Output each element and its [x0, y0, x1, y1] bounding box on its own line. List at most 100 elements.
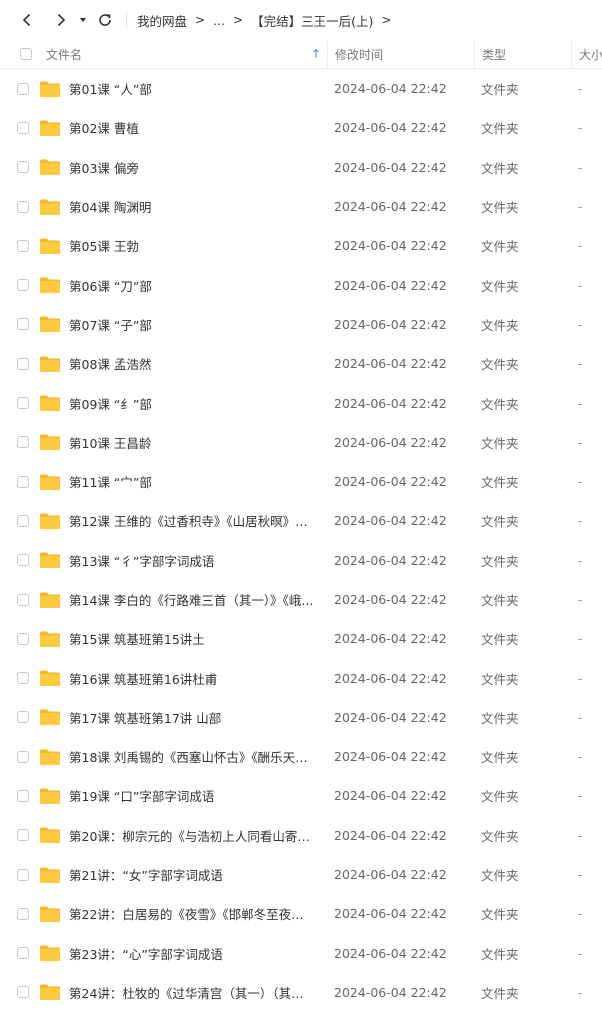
file-name-cell[interactable]: 第08课 孟浩然: [40, 344, 327, 383]
file-row[interactable]: 第17课 筑基班第17讲 山部 2024-06-04 22:42 文件夹 -: [0, 698, 602, 737]
row-checkbox[interactable]: [17, 554, 29, 567]
folder-icon: [40, 788, 60, 804]
row-checkbox[interactable]: [17, 239, 29, 252]
row-checkbox[interactable]: [17, 357, 29, 370]
file-modified-time: 2024-06-04 22:42: [334, 356, 447, 372]
refresh-button[interactable]: [92, 7, 118, 33]
breadcrumb-current[interactable]: 【完结】三王一后(上): [251, 11, 373, 30]
history-dropdown-button[interactable]: [74, 16, 92, 24]
file-size: -: [578, 906, 583, 922]
row-checkbox[interactable]: [17, 475, 29, 488]
column-header-size[interactable]: 大小: [571, 40, 602, 68]
folder-icon: [40, 199, 60, 215]
file-name-cell[interactable]: 第04课 陶渊明: [40, 187, 327, 226]
file-type: 文件夹: [481, 82, 519, 98]
file-row[interactable]: 第19课 “口”字部字词成语 2024-06-04 22:42 文件夹 -: [0, 776, 602, 815]
folder-icon: [40, 434, 60, 451]
file-row[interactable]: 第01课 “人”部 2024-06-04 22:42 文件夹 -: [0, 69, 602, 108]
row-checkbox[interactable]: [17, 750, 29, 763]
file-name-cell[interactable]: 第14课 李白的《行路难三首（其一）》《峨...: [40, 580, 327, 619]
row-checkbox[interactable]: [17, 436, 29, 449]
file-name-cell[interactable]: 第05课 王勃: [40, 226, 327, 265]
file-name-cell[interactable]: 第18课 刘禹锡的《西塞山怀古》《酬乐天扬...: [40, 737, 327, 776]
file-name: 第16课 筑基班第16讲杜甫: [69, 671, 218, 687]
file-row[interactable]: 第21讲：“女”字部字词成语 2024-06-04 22:42 文件夹 -: [0, 855, 602, 894]
row-checkbox[interactable]: [17, 907, 29, 920]
file-name-cell[interactable]: 第06课 “刀”部: [40, 265, 327, 304]
file-row[interactable]: 第08课 孟浩然 2024-06-04 22:42 文件夹 -: [0, 344, 602, 383]
file-name-cell[interactable]: 第22讲：白居易的《夜雪》《邯郸冬至夜思家...: [40, 894, 327, 933]
row-checkbox[interactable]: [17, 161, 29, 174]
file-type: 文件夹: [481, 357, 519, 373]
file-name-cell[interactable]: 第17课 筑基班第17讲 山部: [40, 698, 327, 737]
file-name-cell[interactable]: 第16课 筑基班第16讲杜甫: [40, 658, 327, 697]
breadcrumb-root[interactable]: 我的网盘: [137, 11, 187, 30]
row-checkbox[interactable]: [17, 121, 29, 134]
file-name-cell[interactable]: 第02课 曹植: [40, 108, 327, 147]
column-header-name[interactable]: 文件名 ↑: [46, 40, 327, 68]
file-modified-time: 2024-06-04 22:42: [334, 709, 447, 725]
file-name-cell[interactable]: 第19课 “口”字部字词成语: [40, 776, 327, 815]
file-name-cell[interactable]: 第03课 偏旁: [40, 148, 327, 187]
file-name-cell[interactable]: 第20课：柳宗元的《与浩初上人同看山寄京华...: [40, 816, 327, 855]
breadcrumb-ellipsis[interactable]: ...: [213, 13, 225, 28]
row-checkbox[interactable]: [17, 947, 29, 960]
back-button[interactable]: [14, 7, 40, 33]
file-type: 文件夹: [481, 160, 519, 176]
column-header-time[interactable]: 修改时间: [327, 40, 474, 68]
file-name-cell[interactable]: 第01课 “人”部: [40, 69, 327, 108]
column-header-type[interactable]: 类型: [474, 40, 571, 68]
file-name-cell[interactable]: 第11课 “宀”部: [40, 462, 327, 501]
file-row[interactable]: 第09课 “纟”部 2024-06-04 22:42 文件夹 -: [0, 383, 602, 422]
file-name-cell[interactable]: 第15课 筑基班第15讲土: [40, 619, 327, 658]
row-checkbox[interactable]: [17, 672, 29, 685]
file-row[interactable]: 第18课 刘禹锡的《西塞山怀古》《酬乐天扬... 2024-06-04 22:4…: [0, 737, 602, 776]
file-row[interactable]: 第11课 “宀”部 2024-06-04 22:42 文件夹 -: [0, 462, 602, 501]
file-name-cell[interactable]: 第09课 “纟”部: [40, 383, 327, 422]
file-row[interactable]: 第03课 偏旁 2024-06-04 22:42 文件夹 -: [0, 148, 602, 187]
folder-icon: [40, 906, 60, 922]
file-row[interactable]: 第05课 王勃 2024-06-04 22:42 文件夹 -: [0, 226, 602, 265]
row-checkbox[interactable]: [17, 868, 29, 881]
row-checkbox[interactable]: [17, 82, 29, 95]
file-row[interactable]: 第10课 王昌龄 2024-06-04 22:42 文件夹 -: [0, 423, 602, 462]
file-row[interactable]: 第22讲：白居易的《夜雪》《邯郸冬至夜思家... 2024-06-04 22:4…: [0, 894, 602, 933]
file-name-cell[interactable]: 第07课 “子”部: [40, 305, 327, 344]
row-checkbox[interactable]: [17, 986, 29, 999]
file-row[interactable]: 第13课 “彳”字部字词成语 2024-06-04 22:42 文件夹 -: [0, 541, 602, 580]
row-checkbox[interactable]: [17, 514, 29, 527]
select-all-checkbox[interactable]: [20, 48, 32, 60]
folder-icon: [40, 395, 60, 412]
file-row[interactable]: 第12课 王维的《过香积寺》《山居秋暝》等... 2024-06-04 22:4…: [0, 501, 602, 540]
file-row[interactable]: 第24讲：杜牧的《过华清宫（其一）（其二）... 2024-06-04 22:4…: [0, 973, 602, 1012]
row-checkbox[interactable]: [17, 318, 29, 331]
file-row[interactable]: 第23讲：“心”字部字词成语 2024-06-04 22:42 文件夹 -: [0, 934, 602, 973]
file-row[interactable]: 第06课 “刀”部 2024-06-04 22:42 文件夹 -: [0, 265, 602, 304]
file-name-cell[interactable]: 第23讲：“心”字部字词成语: [40, 934, 327, 973]
folder-icon: [40, 867, 60, 883]
file-name-cell[interactable]: 第10课 王昌龄: [40, 423, 327, 462]
file-name-cell[interactable]: 第21讲：“女”字部字词成语: [40, 855, 327, 894]
row-checkbox[interactable]: [17, 397, 29, 410]
row-checkbox[interactable]: [17, 200, 29, 213]
file-name: 第14课 李白的《行路难三首（其一）》《峨...: [69, 593, 314, 608]
row-checkbox[interactable]: [17, 829, 29, 842]
file-name-cell[interactable]: 第24讲：杜牧的《过华清宫（其一）（其二）...: [40, 973, 327, 1012]
file-row[interactable]: 第15课 筑基班第15讲土 2024-06-04 22:42 文件夹 -: [0, 619, 602, 658]
row-checkbox[interactable]: [17, 632, 29, 645]
file-modified-time: 2024-06-04 22:42: [334, 277, 447, 293]
file-name-cell[interactable]: 第13课 “彳”字部字词成语: [40, 541, 327, 580]
file-row[interactable]: 第02课 曹植 2024-06-04 22:42 文件夹 -: [0, 108, 602, 147]
row-checkbox[interactable]: [17, 593, 29, 606]
row-checkbox[interactable]: [17, 789, 29, 802]
file-name-cell[interactable]: 第12课 王维的《过香积寺》《山居秋暝》等...: [40, 501, 327, 540]
file-row[interactable]: 第14课 李白的《行路难三首（其一）》《峨... 2024-06-04 22:4…: [0, 580, 602, 619]
file-row[interactable]: 第04课 陶渊明 2024-06-04 22:42 文件夹 -: [0, 187, 602, 226]
file-name: 第24讲：杜牧的《过华清宫（其一）（其二）...: [69, 985, 314, 1001]
file-row[interactable]: 第20课：柳宗元的《与浩初上人同看山寄京华... 2024-06-04 22:4…: [0, 816, 602, 855]
file-row[interactable]: 第16课 筑基班第16讲杜甫 2024-06-04 22:42 文件夹 -: [0, 658, 602, 697]
row-checkbox[interactable]: [17, 711, 29, 724]
file-row[interactable]: 第07课 “子”部 2024-06-04 22:42 文件夹 -: [0, 305, 602, 344]
row-checkbox[interactable]: [17, 279, 29, 292]
forward-button[interactable]: [48, 7, 74, 33]
